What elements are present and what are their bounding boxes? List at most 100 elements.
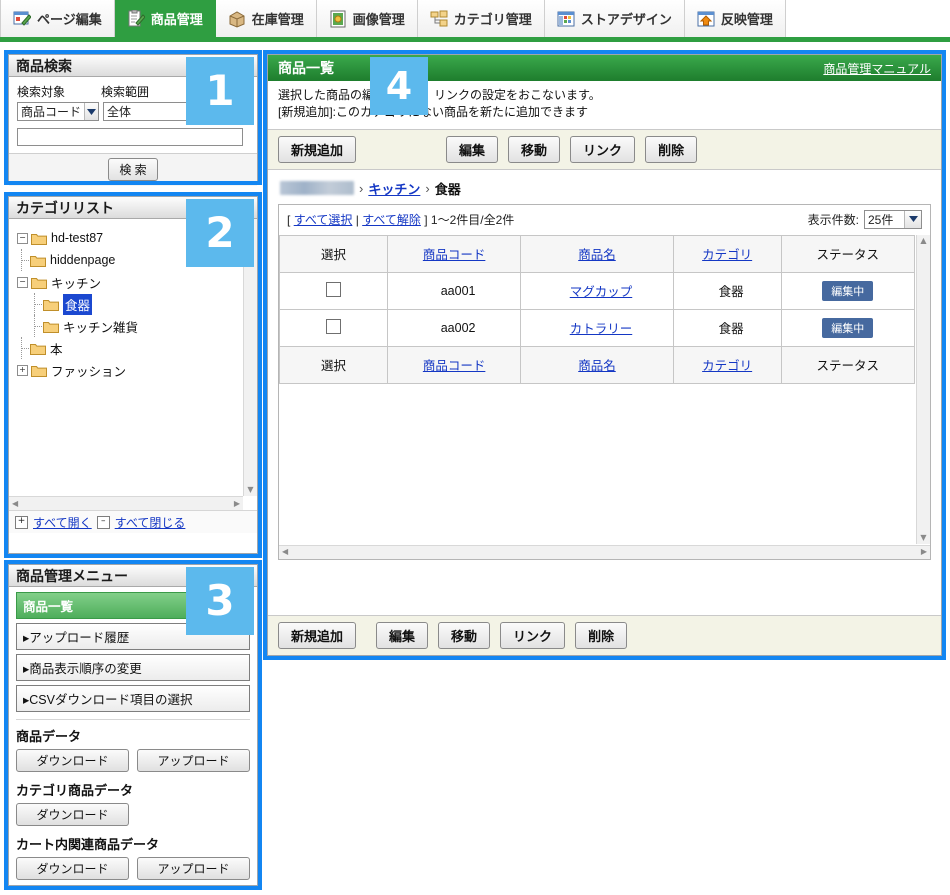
sort-link-name[interactable]: 商品名	[578, 359, 616, 373]
tab-label: 反映管理	[720, 12, 773, 27]
step-badge-3: 3	[186, 567, 254, 635]
sort-link-code[interactable]: 商品コード	[423, 248, 486, 262]
move-button-bottom[interactable]: 移動	[438, 622, 491, 649]
collapse-toggle-icon[interactable]: −	[17, 276, 28, 288]
product-name-link[interactable]: マグカップ	[570, 285, 633, 299]
row-checkbox[interactable]	[325, 318, 341, 334]
manual-link[interactable]: 商品管理マニュアル	[823, 60, 931, 77]
edit-button-top[interactable]: 編集	[446, 135, 499, 163]
main-panel-header: 商品一覧 商品管理マニュアル	[268, 55, 941, 81]
tab-store-design[interactable]: ストアデザイン	[544, 0, 685, 37]
category-data-download-button[interactable]: ダウンロード	[16, 803, 129, 826]
row-checkbox[interactable]	[325, 281, 341, 297]
scroll-down-icon[interactable]: ▼	[244, 484, 256, 496]
product-table-scroll: 選択 商品コード 商品名 カテゴリ ステータス aa001 マグカップ 食器 編…	[279, 234, 915, 544]
move-button-top[interactable]: 移動	[508, 135, 561, 163]
scroll-down-icon[interactable]: ▼	[917, 532, 929, 544]
delete-button-top[interactable]: 削除	[645, 135, 698, 163]
select-all-link[interactable]: すべて選択	[294, 213, 353, 227]
collapse-all-link[interactable]: すべて閉じる	[115, 514, 186, 531]
add-new-button-top[interactable]: 新規追加	[278, 135, 357, 163]
expand-all-link[interactable]: すべて開く	[33, 514, 92, 531]
search-submit-button[interactable]: 検 索	[108, 158, 158, 181]
link-button-bottom[interactable]: リンク	[500, 622, 566, 649]
delete-button-bottom[interactable]: 削除	[575, 622, 628, 649]
breadcrumb-item-kitchen[interactable]: キッチン	[368, 179, 420, 198]
tab-page-edit[interactable]: ページ編集	[0, 0, 115, 37]
folder-icon	[43, 299, 59, 311]
publish-icon	[697, 11, 715, 26]
column-footer-name: 商品名	[520, 345, 674, 384]
top-action-toolbar: 新規追加 編集 移動 リンク 削除	[268, 129, 941, 170]
product-list-main-panel: 商品一覧 商品管理マニュアル 選択した商品の編集、移動、リンクの設定をおこないま…	[267, 54, 942, 656]
table-vertical-scrollbar[interactable]: ▲ ▼	[916, 234, 930, 544]
tree-node[interactable]: − キッチン	[17, 271, 243, 293]
menu-section-product-data: 商品データ ダウンロード アップロード	[16, 719, 250, 772]
tab-label: ページ編集	[37, 12, 102, 27]
expand-all-icon[interactable]: +	[15, 515, 28, 529]
sort-link-category[interactable]: カテゴリ	[702, 359, 752, 373]
tab-publish-management[interactable]: 反映管理	[684, 0, 786, 37]
column-header-select: 選択	[279, 234, 388, 273]
scroll-left-icon[interactable]: ◀	[9, 498, 21, 510]
search-keyword-row	[17, 128, 249, 146]
tab-list: ページ編集 商品管理 在庫管理 画像管理 カテゴリ管理 ストアデザイン 反映管理	[0, 0, 950, 37]
product-data-download-button[interactable]: ダウンロード	[16, 749, 129, 772]
bracket-close: ]	[424, 212, 428, 227]
scroll-left-icon[interactable]: ◀	[279, 546, 291, 558]
table-horizontal-scrollbar[interactable]: ◀ ▶	[279, 544, 930, 559]
bracket-open: [	[287, 212, 291, 227]
edit-button-bottom[interactable]: 編集	[376, 622, 429, 649]
search-target-select[interactable]: 商品コード	[17, 102, 99, 121]
deselect-all-link[interactable]: すべて解除	[362, 213, 421, 227]
tree-node-label: hiddenpage	[50, 253, 116, 267]
tree-line	[30, 315, 43, 337]
cart-data-upload-button[interactable]: アップロード	[137, 857, 250, 880]
tab-category-management[interactable]: カテゴリ管理	[417, 0, 545, 37]
scroll-up-icon[interactable]: ▲	[917, 235, 929, 247]
scroll-right-icon[interactable]: ▶	[918, 546, 930, 558]
search-range-value: 全体	[107, 105, 132, 119]
table-row: aa002 カトラリー 食器 編集中	[279, 308, 915, 347]
tab-label: 商品管理	[150, 12, 203, 27]
breadcrumb-separator: ›	[359, 180, 364, 196]
tab-product-management[interactable]: 商品管理	[114, 0, 216, 37]
search-keyword-input[interactable]	[17, 128, 243, 146]
sort-link-name[interactable]: 商品名	[578, 248, 616, 262]
section-buttons: ダウンロード アップロード	[16, 749, 250, 772]
search-target-value: 商品コード	[21, 105, 82, 119]
chevron-down-icon	[84, 103, 98, 120]
product-name-link[interactable]: カトラリー	[570, 322, 633, 336]
menu-section-category-product-data: カテゴリ商品データ ダウンロード	[16, 780, 250, 826]
sort-link-category[interactable]: カテゴリ	[702, 248, 752, 262]
collapse-all-icon[interactable]: –	[96, 515, 110, 529]
page-description: 選択した商品の編集、移動、リンクの設定をおこないます。 [新規追加]:このカテゴ…	[268, 81, 941, 130]
tree-horizontal-scrollbar[interactable]: ◀ ▶	[9, 496, 243, 510]
add-new-button-bottom[interactable]: 新規追加	[278, 622, 357, 649]
tab-inventory[interactable]: 在庫管理	[215, 0, 317, 37]
tree-node[interactable]: 本	[17, 337, 243, 359]
tree-node[interactable]: キッチン雑貨	[17, 315, 243, 337]
sort-link-code[interactable]: 商品コード	[423, 359, 486, 373]
section-title: カート内関連商品データ	[16, 837, 160, 852]
status-badge[interactable]: 編集中	[822, 317, 874, 338]
tab-label: 在庫管理	[251, 12, 304, 27]
section-buttons: ダウンロード	[16, 803, 250, 826]
tree-node[interactable]: 食器	[17, 293, 243, 315]
product-data-upload-button[interactable]: アップロード	[137, 749, 250, 772]
tree-node[interactable]: + ファッション	[17, 359, 243, 381]
scroll-right-icon[interactable]: ▶	[231, 498, 243, 510]
per-page-select[interactable]: 25件	[864, 209, 922, 229]
bottom-action-toolbar: 新規追加 編集 移動 リンク 削除	[268, 615, 941, 655]
menu-item-display-order[interactable]: ▸商品表示順序の変更	[16, 654, 250, 681]
status-badge[interactable]: 編集中	[822, 280, 874, 301]
result-count-text: 1〜2件目/全2件	[430, 212, 515, 227]
row-code: aa002	[386, 308, 522, 347]
breadcrumb-root-redacted[interactable]	[280, 181, 354, 196]
link-button-top[interactable]: リンク	[570, 135, 636, 163]
expand-toggle-icon[interactable]: +	[17, 364, 28, 376]
collapse-toggle-icon[interactable]: −	[17, 232, 28, 244]
tab-image-management[interactable]: 画像管理	[316, 0, 418, 37]
cart-data-download-button[interactable]: ダウンロード	[16, 857, 129, 880]
menu-item-csv-columns[interactable]: ▸CSVダウンロード項目の選択	[16, 685, 250, 712]
